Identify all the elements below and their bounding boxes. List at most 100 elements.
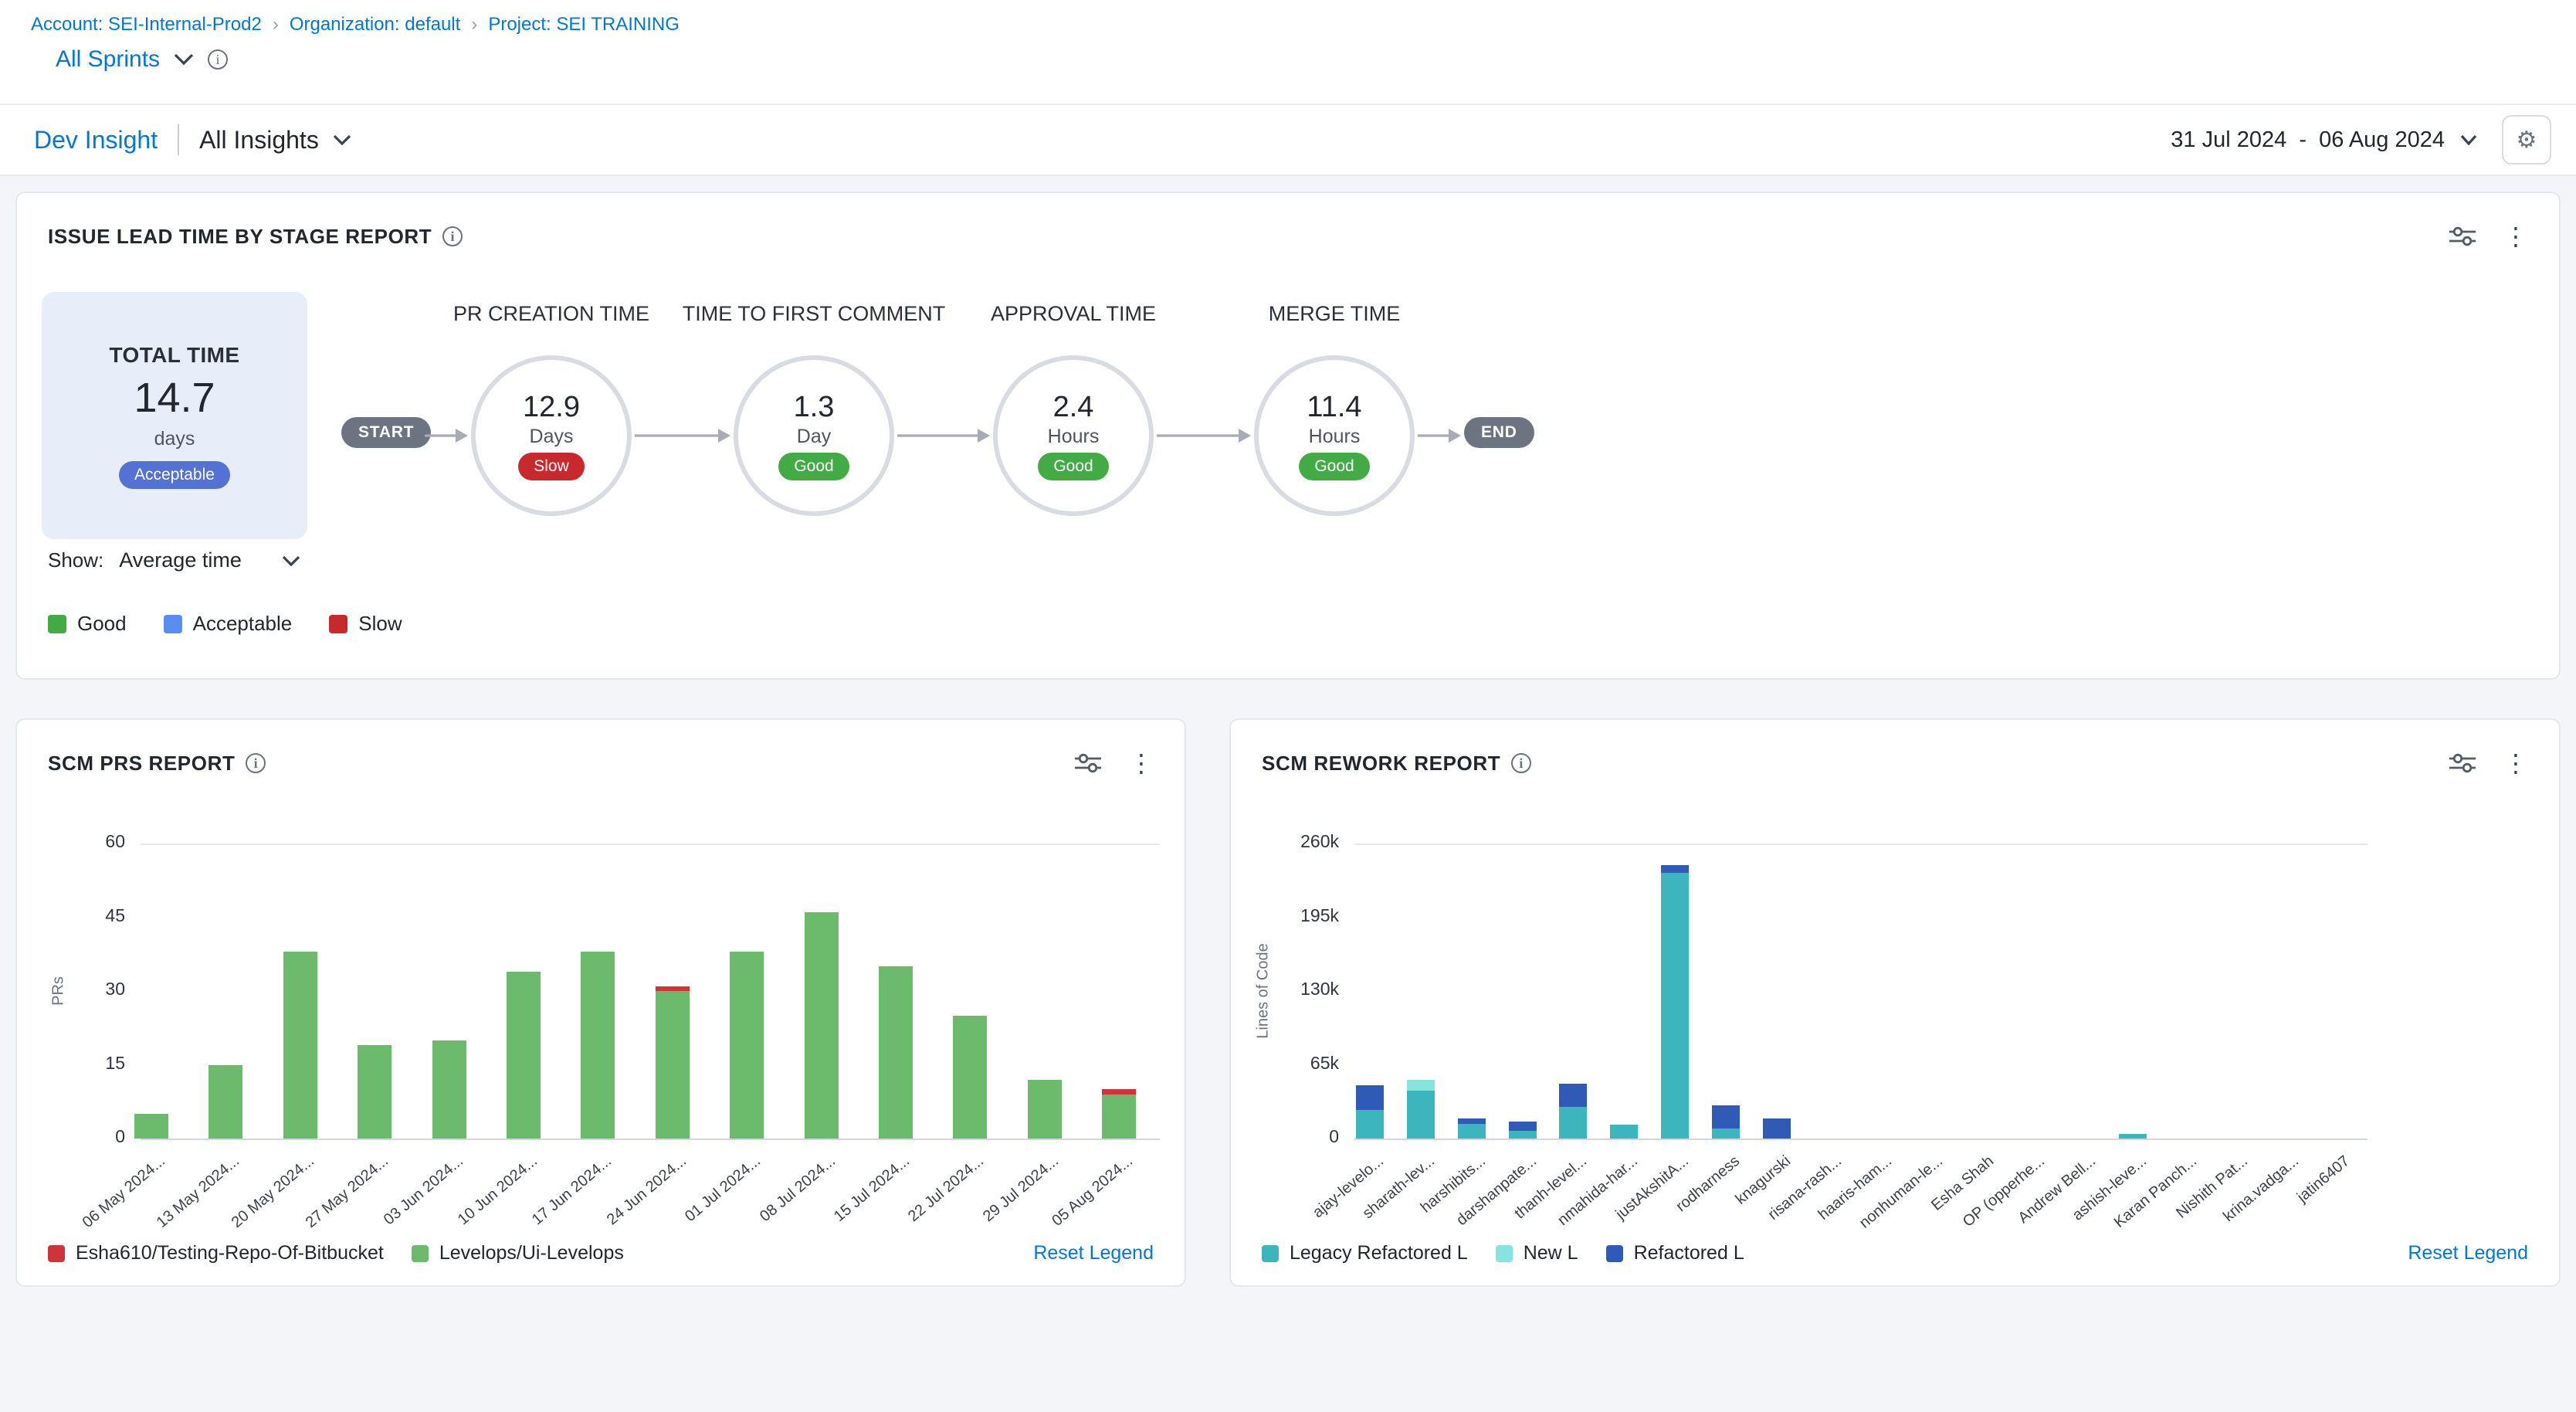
bar-segment[interactable] <box>879 966 913 1139</box>
stage-unit: Hours <box>1309 426 1361 448</box>
info-icon[interactable]: i <box>442 226 463 246</box>
reset-legend-link[interactable]: Reset Legend <box>2408 1242 2528 1264</box>
info-icon[interactable]: i <box>208 49 228 70</box>
bar-segment[interactable] <box>1102 1089 1136 1094</box>
bar-segment[interactable] <box>1509 1122 1537 1131</box>
scm-prs-panel-actions: ⋮ <box>1075 751 1154 776</box>
breadcrumb-organization-link[interactable]: Organization: default <box>290 14 460 36</box>
bar-segment[interactable] <box>134 1114 168 1139</box>
lead-time-flow: TOTAL TIME 14.7 days Acceptable START EN… <box>17 193 2559 678</box>
y-tick-label: 45 <box>32 905 125 926</box>
header-divider <box>178 124 179 155</box>
bar-segment[interactable] <box>1559 1084 1587 1106</box>
total-time-card: TOTAL TIME 14.7 days Acceptable <box>42 292 307 539</box>
bar-segment[interactable] <box>1559 1107 1587 1139</box>
bar-segment[interactable] <box>1712 1105 1740 1128</box>
filter-sliders-icon[interactable] <box>2449 226 2476 247</box>
prs-chart-legend: Esha610/Testing-Repo-Of-Bitbucket Levelop… <box>48 1242 624 1264</box>
bar-segment[interactable] <box>1407 1091 1435 1139</box>
lead-legend-item-0[interactable]: Good <box>48 612 127 636</box>
date-range-selector[interactable]: 31 Jul 2024 - 06 Aug 2024 <box>2171 127 2477 153</box>
bar-segment[interactable] <box>1407 1080 1435 1091</box>
chevron-down-icon <box>333 134 351 145</box>
breadcrumb-project-link[interactable]: Project: SEI TRAINING <box>488 14 680 36</box>
lead-time-panel-actions: ⋮ <box>2449 224 2528 249</box>
bar-segment[interactable] <box>2119 1134 2147 1139</box>
show-dropdown[interactable]: Show: Average time <box>48 548 300 572</box>
rework-chart-legend-item-1[interactable]: New L <box>1496 1242 1578 1264</box>
bar-segment[interactable] <box>432 1040 466 1139</box>
stage-unit: Days <box>530 426 574 448</box>
info-icon[interactable]: i <box>246 753 266 773</box>
bar-segment[interactable] <box>1458 1118 1486 1124</box>
kebab-menu-icon[interactable]: ⋮ <box>1129 751 1154 776</box>
legend-label: New L <box>1524 1242 1578 1264</box>
stage-value: 11.4 <box>1307 391 1361 424</box>
bar-segment[interactable] <box>208 1065 242 1139</box>
lead-legend-item-1[interactable]: Acceptable <box>164 612 293 636</box>
legend-swatch <box>412 1245 429 1262</box>
x-tick-label: 05 Aug 2024... <box>1049 1152 1137 1230</box>
total-time-label: TOTAL TIME <box>110 343 240 368</box>
bar-segment[interactable] <box>581 952 615 1139</box>
settings-gear-button[interactable]: ⚙ <box>2502 115 2551 165</box>
stage-circle[interactable]: 12.9DaysSlow <box>471 355 632 516</box>
sprint-selector[interactable]: All Sprints i <box>56 46 2545 73</box>
scm-rework-panel-header: SCM REWORK REPORT i ⋮ <box>1231 720 2559 776</box>
bar-segment[interactable] <box>1712 1129 1740 1139</box>
bar-segment[interactable] <box>1356 1110 1384 1139</box>
bar-segment[interactable] <box>1661 873 1689 1139</box>
legend-swatch <box>1606 1245 1623 1262</box>
rework-chart-legend-item-2[interactable]: Refactored L <box>1606 1242 1744 1264</box>
insight-title-link[interactable]: Dev Insight <box>34 126 158 154</box>
stage-unit: Day <box>797 426 831 448</box>
stage-value: 2.4 <box>1053 391 1094 424</box>
stage-circle[interactable]: 1.3DayGood <box>734 355 894 516</box>
lead-legend-item-2[interactable]: Slow <box>329 612 402 636</box>
scm-prs-panel: SCM PRS REPORT i ⋮ PRs01530456006 May 20 <box>15 718 1186 1287</box>
info-icon[interactable]: i <box>1511 753 1531 773</box>
bar-segment[interactable] <box>283 952 317 1139</box>
kebab-menu-icon[interactable]: ⋮ <box>2503 224 2528 249</box>
kebab-menu-icon[interactable]: ⋮ <box>2503 751 2528 776</box>
bar-segment[interactable] <box>1458 1124 1486 1139</box>
bar-segment[interactable] <box>1356 1085 1384 1110</box>
gear-icon: ⚙ <box>2517 127 2537 154</box>
scm-rework-panel: SCM REWORK REPORT i ⋮ Lines of Code065k1 <box>1229 718 2561 1287</box>
bar-segment[interactable] <box>1610 1125 1638 1139</box>
prs-chart-legend-item-1[interactable]: Levelops/Ui-Levelops <box>412 1242 624 1264</box>
x-tick-label: 24 Jun 2024... <box>604 1152 690 1229</box>
bar-segment[interactable] <box>507 972 541 1139</box>
filter-sliders-icon[interactable] <box>2449 752 2476 774</box>
bar-segment[interactable] <box>730 952 764 1139</box>
gridline-top <box>1354 843 2368 845</box>
scm-prs-panel-header: SCM PRS REPORT i ⋮ <box>17 720 1185 776</box>
bar-segment[interactable] <box>1102 1095 1136 1139</box>
stage-circle[interactable]: 2.4HoursGood <box>993 355 1154 516</box>
bar-segment[interactable] <box>358 1045 391 1139</box>
filter-sliders-icon[interactable] <box>1075 752 1101 774</box>
bar-segment[interactable] <box>805 912 839 1139</box>
status-badge: Slow <box>518 453 585 480</box>
panel-title-text: SCM REWORK REPORT <box>1262 752 1500 776</box>
bar-segment[interactable] <box>656 991 690 1139</box>
prs-chart: PRs01530456006 May 2024...13 May 2024...… <box>17 720 1185 1285</box>
bar-segment[interactable] <box>953 1016 987 1139</box>
prs-chart-legend-item-0[interactable]: Esha610/Testing-Repo-Of-Bitbucket <box>48 1242 384 1264</box>
insights-dropdown[interactable]: All Insights <box>199 126 351 154</box>
stage-circle[interactable]: 11.4HoursGood <box>1254 355 1415 516</box>
bar-segment[interactable] <box>656 986 690 991</box>
rework-chart-legend-item-0[interactable]: Legacy Refactored L <box>1262 1242 1468 1264</box>
bar-segment[interactable] <box>1509 1131 1537 1139</box>
legend-swatch <box>1496 1245 1513 1262</box>
breadcrumb-account-link[interactable]: Account: SEI-Internal-Prod2 <box>31 14 262 36</box>
legend-label: Acceptable <box>193 612 293 636</box>
bar-segment[interactable] <box>1661 865 1689 873</box>
bar-segment[interactable] <box>1028 1080 1062 1139</box>
reset-legend-link[interactable]: Reset Legend <box>1033 1242 1154 1264</box>
insight-header-left: Dev Insight All Insights <box>34 124 351 155</box>
rework-chart: Lines of Code065k130k195k260kajay-levelo… <box>1231 720 2559 1285</box>
lead-time-legend: Good Acceptable Slow <box>48 612 402 636</box>
scm-prs-panel-title: SCM PRS REPORT i <box>48 752 266 776</box>
bar-segment[interactable] <box>1763 1118 1791 1139</box>
